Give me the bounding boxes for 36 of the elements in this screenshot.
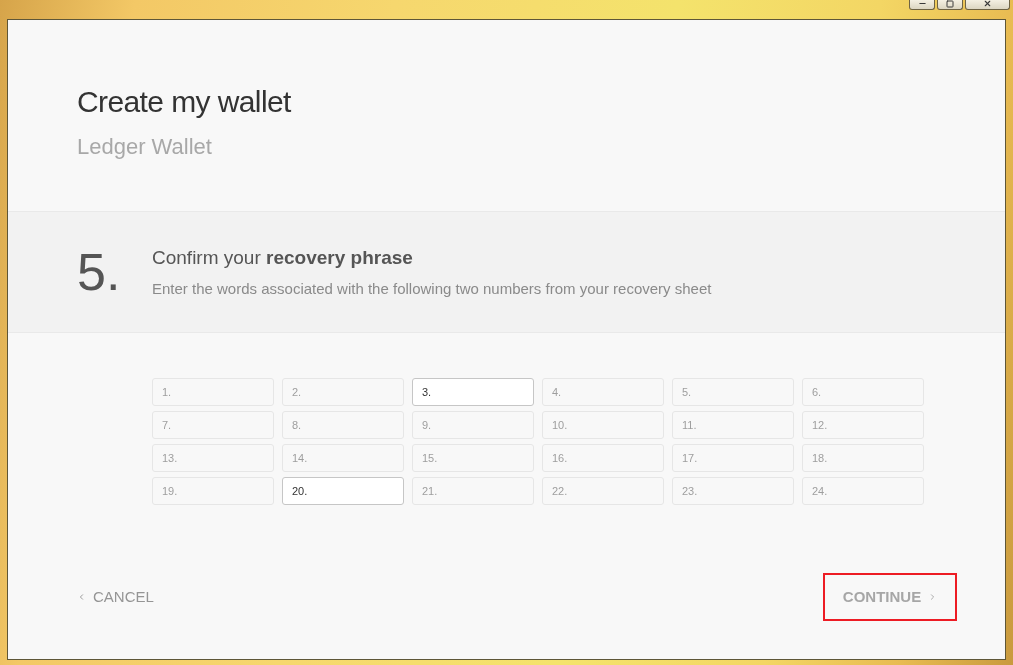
page-title: Create my wallet (77, 84, 291, 120)
close-button[interactable] (965, 0, 1010, 10)
page-subtitle: Ledger Wallet (77, 133, 212, 161)
word-field: 18. (802, 444, 924, 472)
word-field: 19. (152, 477, 274, 505)
word-field[interactable]: 20. (282, 477, 404, 505)
step-description: Enter the words associated with the following two numbers from your recovery sheet (152, 278, 712, 299)
minimize-button[interactable] (909, 0, 935, 10)
word-field: 16. (542, 444, 664, 472)
word-field: 2. (282, 378, 404, 406)
close-icon (983, 0, 992, 8)
maximize-button[interactable] (937, 0, 963, 10)
word-field: 9. (412, 411, 534, 439)
maximize-icon (946, 0, 954, 8)
word-field: 24. (802, 477, 924, 505)
step-title: Confirm your recovery phrase (152, 245, 413, 270)
word-field: 14. (282, 444, 404, 472)
word-field: 10. (542, 411, 664, 439)
word-field: 8. (282, 411, 404, 439)
word-field: 23. (672, 477, 794, 505)
word-field: 11. (672, 411, 794, 439)
word-field: 22. (542, 477, 664, 505)
chevron-left-icon (77, 591, 86, 603)
word-field[interactable]: 3. (412, 378, 534, 406)
word-field: 6. (802, 378, 924, 406)
word-field: 4. (542, 378, 664, 406)
word-field: 15. (412, 444, 534, 472)
word-field: 7. (152, 411, 274, 439)
word-field: 5. (672, 378, 794, 406)
word-field: 13. (152, 444, 274, 472)
word-field: 1. (152, 378, 274, 406)
word-field: 17. (672, 444, 794, 472)
word-field: 12. (802, 411, 924, 439)
word-field: 21. (412, 477, 534, 505)
continue-button: CONTINUE (823, 573, 957, 621)
step-number: 5. (77, 244, 122, 300)
